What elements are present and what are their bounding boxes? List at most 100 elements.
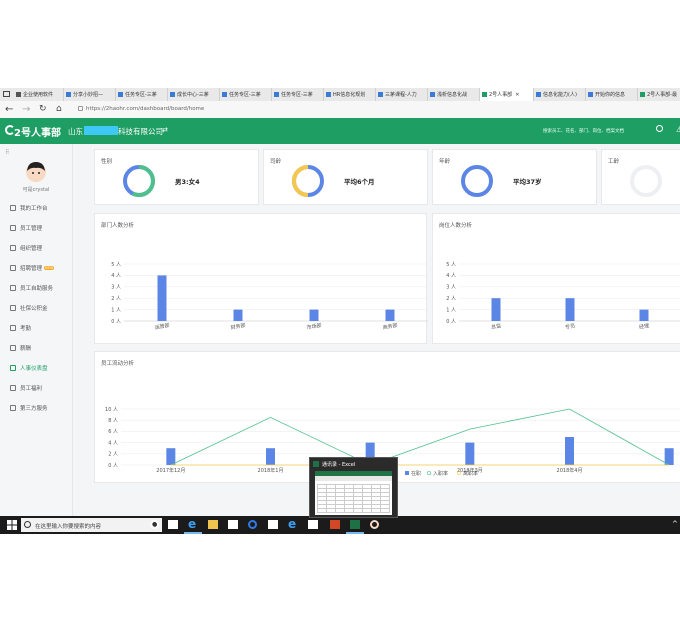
x-tick-label: 2018年1月 — [258, 467, 284, 474]
task-view-icon[interactable] — [168, 520, 178, 529]
sidebar-item[interactable]: 我的工作台 — [10, 204, 48, 212]
redacted-block — [84, 126, 118, 135]
tab-actions-icon[interactable] — [3, 91, 10, 97]
browser-tab[interactable]: 企业使用软件 — [14, 88, 64, 101]
x-tick-label: 市场部 — [306, 322, 322, 332]
bar[interactable] — [385, 309, 395, 321]
bar[interactable] — [266, 448, 275, 465]
bar[interactable] — [309, 309, 319, 321]
store-icon[interactable] — [228, 520, 238, 529]
sidebar-item[interactable]: 招聘管理 NEW — [10, 264, 55, 272]
forward-arrow-icon[interactable]: → — [22, 103, 30, 116]
bar[interactable] — [491, 298, 501, 321]
bar[interactable] — [465, 442, 475, 465]
browser-tab[interactable]: 成长中心-三茅 — [168, 88, 220, 101]
sidebar-item[interactable]: 社保公积金 — [10, 304, 48, 312]
search-icon — [24, 521, 31, 528]
tab-favicon-icon — [274, 92, 279, 97]
y-tick-label: 2 人 — [111, 296, 121, 302]
bar[interactable] — [166, 448, 176, 465]
bar[interactable] — [233, 309, 243, 321]
bar[interactable] — [565, 298, 575, 321]
browser-tab[interactable]: 2号人事部 ✕ — [480, 88, 534, 101]
bell-icon[interactable]: ⚠ — [676, 125, 680, 134]
legend-label[interactable]: 离职率 — [463, 470, 478, 477]
search-input[interactable]: 搜索员工、花名、部门、岗位、档案文档 — [543, 128, 624, 134]
sidebar-item[interactable]: 组织管理 — [10, 244, 42, 252]
sidebar-item[interactable]: 员工自助服务 — [10, 284, 53, 292]
bar[interactable] — [157, 275, 167, 321]
sidebar-item-label: 组织管理 — [20, 246, 43, 252]
browser-tab[interactable]: 开始你的信息 — [586, 88, 638, 101]
sidebar-item[interactable]: 员工福利 — [10, 384, 42, 392]
legend-label[interactable]: 在职 — [411, 470, 421, 477]
sidebar-item-label: 员工自助服务 — [20, 286, 54, 292]
line-series[interactable] — [170, 408, 670, 466]
tab-close-icon[interactable]: ✕ — [515, 92, 519, 98]
browser-tab[interactable]: 三茅课程-人力 — [376, 88, 428, 101]
browser-icon[interactable] — [248, 520, 257, 529]
bar[interactable] — [664, 448, 674, 465]
calendar-icon[interactable] — [308, 520, 318, 529]
age-donut — [461, 165, 493, 197]
app-icon[interactable] — [370, 520, 379, 529]
sidebar-item[interactable]: 第三方服务 — [10, 404, 48, 412]
search-icon[interactable] — [656, 125, 663, 132]
menu-toggle-icon[interactable]: ⠿ — [5, 149, 9, 156]
browser-tab[interactable]: 分享小妙招— — [64, 88, 116, 101]
legend-label[interactable]: 入职率 — [433, 470, 448, 477]
tab-label: HR信息化规划 — [333, 92, 366, 98]
tab-favicon-icon — [588, 92, 593, 97]
url-field[interactable]: https://2haohr.com/dashboard/board/home — [86, 104, 506, 115]
browser-tab[interactable]: 信息化能力(人) — [534, 88, 586, 101]
sidebar-item[interactable]: 人事仪表盘 — [0, 359, 72, 375]
y-tick-label: 2 人 — [446, 296, 456, 302]
browser-tab[interactable]: 2号人事部-最 — [638, 88, 680, 101]
browser-tab[interactable]: 任务专区-三茅 — [272, 88, 324, 101]
browser-tab[interactable]: 浅析信息化战 — [428, 88, 480, 101]
stat-value: 男3:女4 — [175, 178, 200, 186]
tray-chevron-icon[interactable]: ^ — [672, 520, 678, 528]
taskbar-search-box[interactable]: 在这里输入你要搜索的内容 ● — [21, 518, 162, 532]
windows-start-icon[interactable] — [6, 519, 18, 531]
ie-icon[interactable]: e — [288, 517, 296, 531]
tab-label: 成长中心-三茅 — [177, 92, 209, 98]
powerpoint-icon[interactable] — [330, 520, 340, 529]
file-explorer-icon[interactable] — [208, 520, 218, 529]
browser-tab[interactable]: 任务专区-三茅 — [116, 88, 168, 101]
browser-tab[interactable]: HR信息化规划 — [324, 88, 376, 101]
y-tick-label: 10 人 — [105, 407, 118, 413]
sidebar-item[interactable]: 薪酬 — [10, 344, 31, 352]
bar[interactable] — [639, 309, 649, 321]
sidebar-item-label: 第三方服务 — [20, 406, 48, 412]
sidebar-item[interactable]: 考勤 — [10, 324, 31, 332]
refresh-icon[interactable]: ↻ — [39, 103, 47, 116]
bar[interactable] — [565, 437, 574, 465]
tab-favicon-icon — [536, 92, 541, 97]
sidebar-item[interactable]: 员工管理 — [10, 224, 42, 232]
tab-favicon-icon — [66, 92, 71, 97]
taskbar-search-input[interactable]: 在这里输入你要搜索的内容 — [35, 522, 101, 530]
social-security-icon — [10, 305, 16, 311]
back-arrow-icon[interactable]: ← — [5, 103, 13, 116]
sidebar-item-label: 人事仪表盘 — [20, 366, 48, 372]
stat-card-work-years: 工龄 — [601, 149, 680, 205]
switch-company-icon[interactable]: ⇄ — [162, 126, 168, 134]
excel-taskbar-icon[interactable] — [350, 520, 360, 529]
x-tick-label: 总监 — [491, 322, 502, 331]
sidebar-item-label: 员工福利 — [20, 386, 43, 392]
cortana-icon[interactable] — [150, 520, 159, 529]
browser-tab[interactable]: 任务专区-三茅 — [220, 88, 272, 101]
edge-icon[interactable]: e — [188, 517, 196, 531]
sidebar-item-label: 招聘管理 — [20, 266, 43, 272]
y-tick-label: 1 人 — [446, 307, 456, 313]
avatar[interactable] — [25, 161, 47, 183]
excel-preview-popup[interactable]: 通讯录 - Excel — [309, 457, 398, 518]
x-tick-label: 经理 — [639, 322, 650, 331]
home-icon[interactable]: ⌂ — [56, 103, 62, 116]
recruit-icon — [10, 265, 16, 271]
mail-icon[interactable] — [268, 520, 278, 529]
tab-favicon-icon — [378, 92, 383, 97]
x-tick-label: 财务部 — [230, 322, 246, 332]
position-bar-chart: 0 人 1 人 2 人 3 人 4 人 5 人总监 专员 经理 — [446, 262, 680, 331]
